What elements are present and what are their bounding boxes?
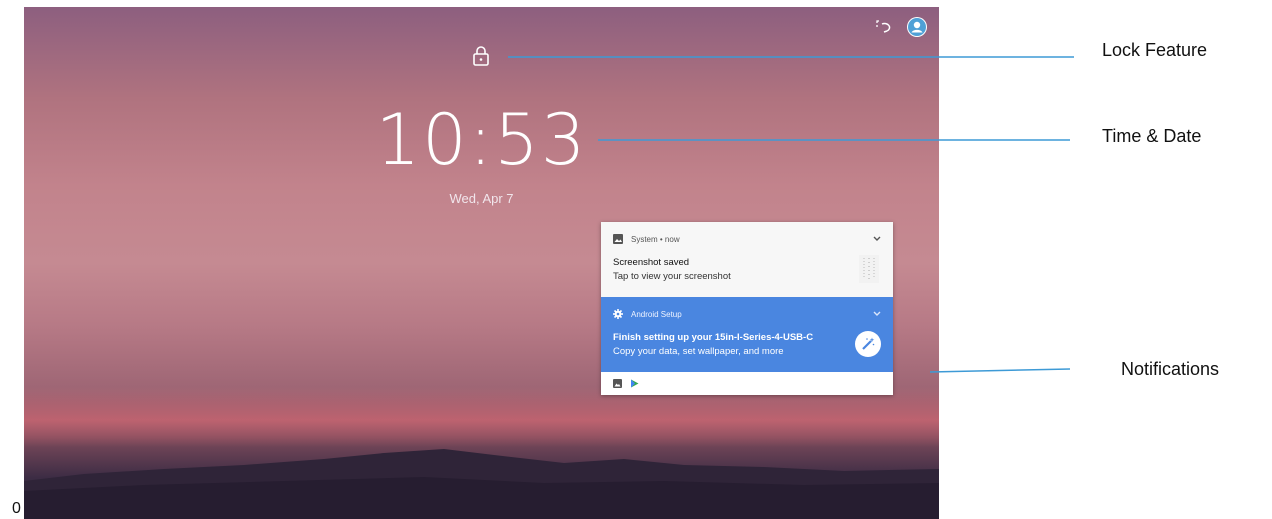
notification-text: Copy your data, set wallpaper, and more — [613, 346, 784, 357]
chevron-down-icon[interactable] — [873, 236, 881, 242]
status-bar — [875, 17, 927, 37]
image-icon — [613, 234, 623, 244]
cast-icon — [876, 20, 891, 33]
notifications-callout-line — [929, 368, 1071, 373]
image-icon[interactable] — [613, 379, 622, 388]
notification-title: Finish setting up your 15in-I-Series-4-U… — [613, 332, 814, 343]
page-number: 0 — [12, 500, 21, 517]
notification-title: Screenshot saved — [613, 257, 690, 268]
notification-header: System • now — [613, 234, 680, 244]
lock-callout-label: Lock Feature — [1102, 40, 1208, 60]
time-callout-label: Time & Date — [1102, 126, 1202, 146]
setup-action-button[interactable] — [855, 331, 881, 357]
mountain-silhouette — [24, 449, 939, 519]
notification-footer — [601, 372, 893, 395]
lock-icon[interactable] — [472, 45, 490, 67]
notification-android-setup[interactable]: Android Setup Finish setting up your 15i… — [601, 297, 893, 372]
screenshot-thumbnail — [859, 255, 879, 283]
clock-time: 10:53 — [375, 99, 588, 181]
notification-app-name: System • now — [631, 234, 680, 244]
notifications-callout-label: Notifications — [1121, 359, 1220, 379]
notification-panel: System • now Screenshot saved Tap to vie… — [601, 222, 893, 395]
notification-screenshot[interactable]: System • now Screenshot saved Tap to vie… — [601, 222, 893, 297]
clock-date: Wed, Apr 7 — [449, 191, 514, 206]
play-store-icon[interactable] — [630, 379, 639, 388]
gear-icon — [613, 309, 623, 319]
lockscreen: 10:53 Wed, Apr 7 System • now Screenshot… — [24, 7, 939, 519]
chevron-down-icon[interactable] — [873, 311, 881, 317]
magic-wand-icon — [862, 337, 875, 350]
notification-app-name: Android Setup — [631, 309, 682, 319]
notification-text: Tap to view your screenshot — [613, 271, 731, 282]
notification-header: Android Setup — [613, 309, 682, 319]
user-avatar-icon[interactable] — [907, 17, 927, 37]
